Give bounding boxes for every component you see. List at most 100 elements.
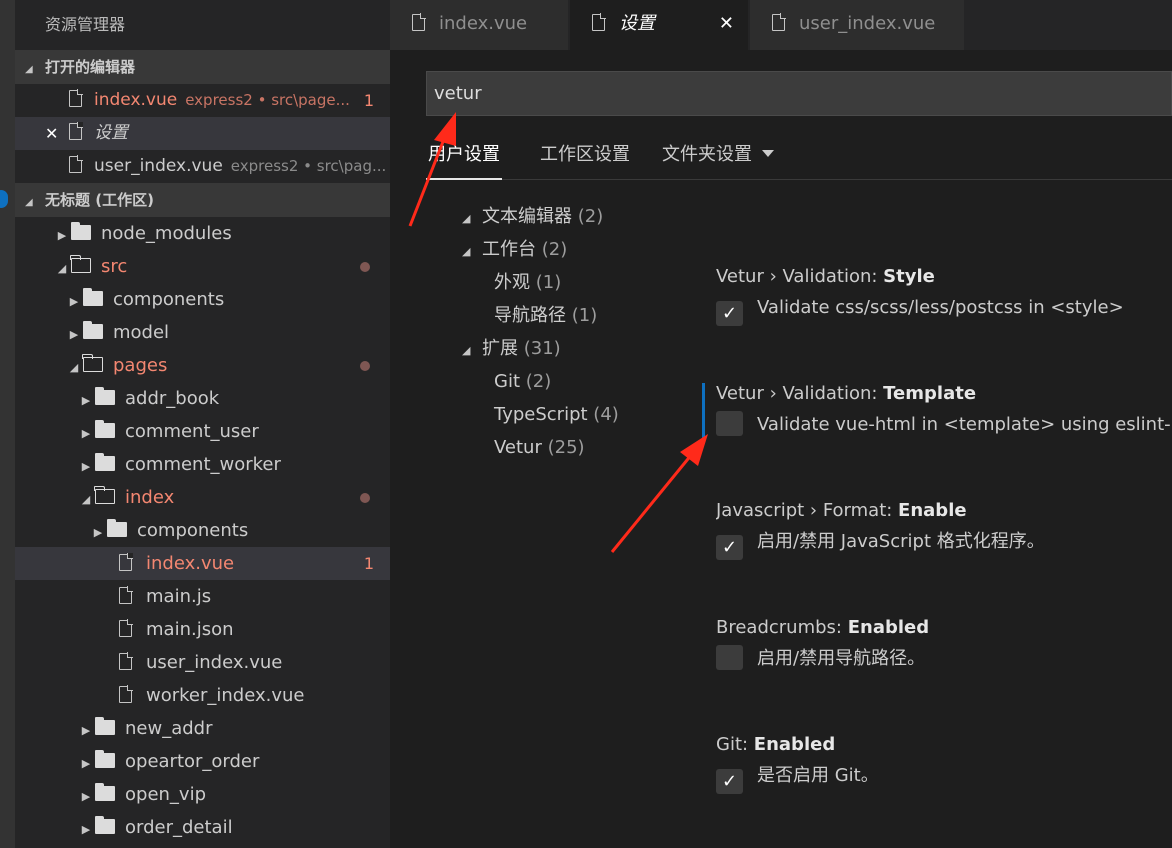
setting-description: 启用/禁用 JavaScript 格式化程序。 — [757, 531, 1045, 552]
tree-folder[interactable]: ▶ opeartor_order — [15, 745, 390, 778]
tree-folder[interactable]: ▶ new_addr — [15, 712, 390, 745]
tree-folder[interactable]: ▶ components — [15, 514, 390, 547]
setting-vetur-validation-template: Vetur › Validation: Template Validate vu… — [716, 379, 1172, 441]
tree-folder[interactable]: ◢ index — [15, 481, 390, 514]
tree-folder[interactable]: ▶ node_modules — [15, 217, 390, 250]
tree-item-label: node_modules — [101, 223, 232, 244]
toc-item[interactable]: ◢ 文本编辑器 (2) — [462, 200, 692, 233]
close-icon[interactable]: ✕ — [45, 117, 58, 150]
modified-dot — [360, 262, 370, 272]
tree-folder[interactable]: ▶ model — [15, 316, 390, 349]
tree-folder[interactable]: ▶ order_detail — [15, 811, 390, 844]
toc-item[interactable]: 外观 (1) — [462, 266, 692, 299]
open-editors-header[interactable]: ◢ 打开的编辑器 — [15, 50, 390, 84]
toc-item[interactable]: TypeScript (4) — [462, 398, 692, 431]
chevron-down-icon: ◢ — [81, 493, 91, 506]
open-editor-path: express2 • src\pag... — [230, 157, 387, 175]
toc-label: Vetur — [494, 437, 542, 458]
settings-scope-tabs: 用户设置 工作区设置 文件夹设置 — [426, 138, 1172, 180]
tree-item-label: order_detail — [125, 817, 233, 838]
setting-row: ✓ Validate css/scss/less/postcss in <styl… — [716, 292, 1172, 326]
modified-dot — [360, 493, 370, 503]
toc-item[interactable]: ◢ 工作台 (2) — [462, 233, 692, 266]
setting-category: Breadcrumbs: — [716, 617, 848, 638]
setting-row: ✓ 启用/禁用 JavaScript 格式化程序。 — [716, 526, 1172, 560]
close-icon[interactable]: ✕ — [719, 0, 734, 48]
setting-checkbox[interactable] — [716, 645, 743, 670]
setting-checkbox[interactable]: ✓ — [716, 769, 743, 794]
toc-item[interactable]: Git (2) — [462, 365, 692, 398]
tree-item-label: main.js — [146, 586, 212, 607]
workspace-header[interactable]: ◢ 无标题 (工作区) — [15, 183, 390, 217]
tree-folder[interactable]: ▶ open_vip — [15, 778, 390, 811]
chevron-down-icon: ◢ — [462, 344, 471, 357]
toc-count: (4) — [593, 404, 619, 425]
file-icon — [772, 13, 786, 31]
setting-title: Git: Enabled — [716, 730, 1172, 760]
tree-folder[interactable]: ◢ pages — [15, 349, 390, 382]
folder-icon — [95, 783, 115, 801]
folder-icon — [95, 750, 115, 768]
toc-label: 扩展 — [482, 338, 518, 359]
toc-label: 导航路径 — [494, 305, 566, 326]
open-editor-name: user_index.vue — [94, 156, 223, 176]
tab-folder-settings[interactable]: 文件夹设置 — [662, 138, 774, 180]
tree-item-label: pages — [113, 355, 168, 376]
caret-down-icon — [762, 150, 774, 157]
tree-file[interactable]: main.json — [15, 613, 390, 646]
setting-row: 启用/禁用导航路径。 — [716, 643, 1172, 675]
toc-label: 外观 — [494, 272, 530, 293]
chevron-right-icon: ▶ — [81, 724, 91, 737]
toc-count: (1) — [535, 272, 562, 293]
setting-checkbox[interactable] — [716, 411, 743, 436]
tree-file[interactable]: user_index.vue — [15, 646, 390, 679]
file-icon — [412, 13, 426, 31]
tab-user-settings[interactable]: 用户设置 — [426, 138, 502, 180]
file-icon — [119, 685, 133, 703]
toc-item[interactable]: 导航路径 (1) — [462, 299, 692, 332]
setting-checkbox[interactable]: ✓ — [716, 301, 743, 326]
toc-item[interactable]: ◢ 扩展 (31) — [462, 332, 692, 365]
tree-folder[interactable]: ▶ comment_worker — [15, 448, 390, 481]
tree-item-label: opeartor_order — [125, 751, 260, 772]
tree-folder[interactable]: ▶ addr_book — [15, 382, 390, 415]
setting-category: Vetur › Validation: — [716, 266, 884, 287]
tab-settings[interactable]: 设置 ✕ — [570, 0, 748, 50]
tree-item-label: main.json — [146, 619, 234, 640]
toc-count: (1) — [571, 305, 598, 326]
open-editor-item[interactable]: ✕ 设置 — [15, 117, 390, 150]
folder-icon — [83, 321, 103, 339]
problem-count-badge: 1 — [363, 91, 374, 110]
vscode-window: 资源管理器 ◢ 打开的编辑器 index.vue express2 • src\pa… — [0, 0, 1172, 848]
setting-key: Style — [883, 266, 935, 287]
chevron-right-icon: ▶ — [81, 757, 91, 770]
workspace-label: 无标题 (工作区) — [45, 191, 154, 209]
toc-item[interactable]: Vetur (25) — [462, 431, 692, 464]
setting-checkbox[interactable]: ✓ — [716, 535, 743, 560]
settings-search-input[interactable]: vetur — [426, 71, 1172, 116]
tab-workspace-settings[interactable]: 工作区设置 — [540, 138, 630, 180]
tree-folder[interactable]: ▶ comment_user — [15, 415, 390, 448]
tree-file[interactable]: index.vue 1 — [15, 547, 390, 580]
setting-title: Javascript › Format: Enable — [716, 496, 1172, 526]
tree-folder[interactable]: ◢ src — [15, 250, 390, 283]
focused-setting-indicator — [702, 383, 705, 439]
file-icon — [119, 553, 133, 571]
editor-tabs: index.vue 设置 ✕ user_index.vue — [390, 0, 1172, 50]
tab-label: 设置 — [619, 13, 655, 34]
setting-vetur-validation-style: Vetur › Validation: Style ✓ Validate css/… — [716, 262, 1172, 326]
tree-file[interactable]: main.js — [15, 580, 390, 613]
tab-index-vue[interactable]: index.vue — [390, 0, 568, 50]
explorer-title: 资源管理器 — [15, 0, 390, 50]
tree-file[interactable]: worker_index.vue — [15, 679, 390, 712]
activity-bar — [0, 0, 15, 848]
tab-user-index-vue[interactable]: user_index.vue — [750, 0, 964, 50]
tree-item-label: new_addr — [125, 718, 213, 739]
chevron-right-icon: ▶ — [81, 427, 91, 440]
open-editor-item[interactable]: index.vue express2 • src\page... 1 — [15, 84, 390, 117]
tree-item-label: model — [113, 322, 170, 343]
setting-title: Vetur › Validation: Style — [716, 262, 1172, 292]
tree-folder[interactable]: ▶ components — [15, 283, 390, 316]
open-editor-item[interactable]: user_index.vue express2 • src\pag... — [15, 150, 390, 183]
tree-item-label: comment_worker — [125, 454, 281, 475]
